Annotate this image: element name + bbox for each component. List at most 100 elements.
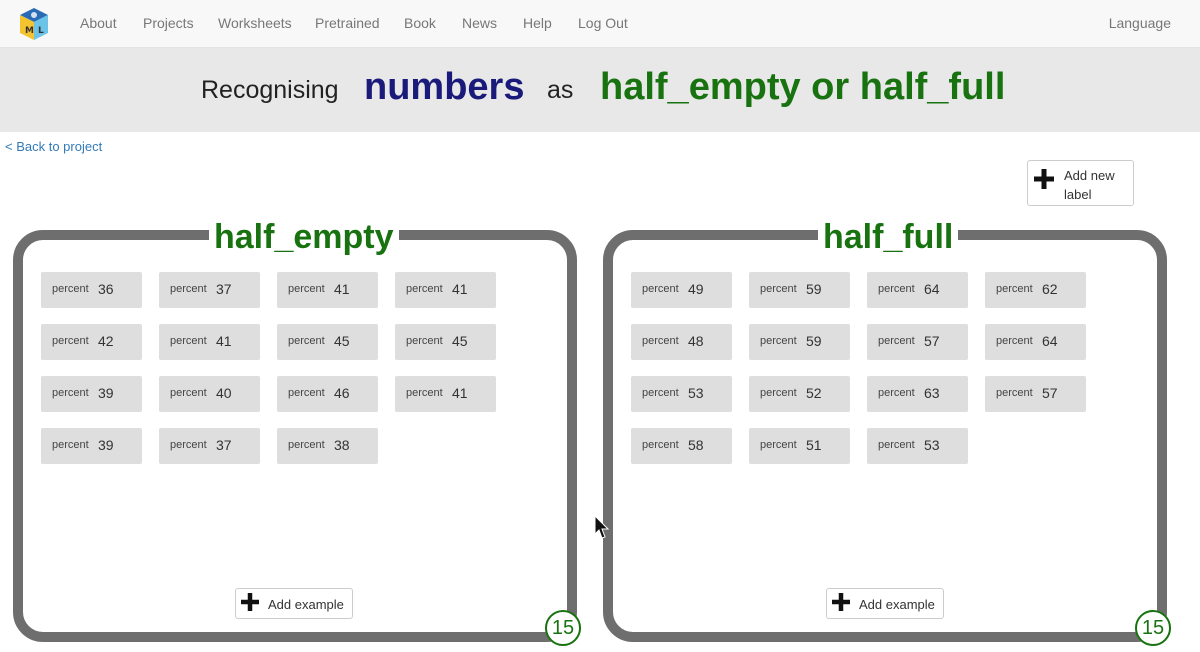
example-value: 57 (1042, 385, 1058, 401)
nav-book[interactable]: Book (404, 15, 436, 31)
example-key: percent (52, 439, 89, 451)
example-key: percent (288, 439, 325, 451)
example-value: 38 (334, 437, 350, 453)
title-word-as: as (547, 76, 574, 104)
example-value: 41 (452, 281, 468, 297)
add-example-label: Add example (859, 597, 935, 612)
nav-help[interactable]: Help (523, 15, 552, 31)
example-value: 57 (924, 333, 940, 349)
navbar: M L About Projects Worksheets Pretrained… (0, 0, 1200, 48)
add-label-line1: Add new (1064, 168, 1115, 183)
example-key: percent (760, 387, 797, 399)
example-value: 51 (806, 437, 822, 453)
example-tile[interactable]: percent 41 (159, 324, 260, 360)
example-value: 64 (1042, 333, 1058, 349)
add-example-button[interactable]: Add example (826, 588, 944, 619)
example-value: 52 (806, 385, 822, 401)
example-tile[interactable]: percent 39 (41, 376, 142, 412)
example-tile[interactable]: percent 51 (749, 428, 850, 464)
add-example-button[interactable]: Add example (235, 588, 353, 619)
example-tile[interactable]: percent 59 (749, 324, 850, 360)
title-project-name: numbers (364, 66, 525, 108)
svg-text:L: L (38, 26, 44, 36)
example-tile[interactable]: percent 45 (395, 324, 496, 360)
example-key: percent (878, 335, 915, 347)
example-tile[interactable]: percent 53 (631, 376, 732, 412)
example-tile[interactable]: percent 41 (277, 272, 378, 308)
example-value: 37 (216, 281, 232, 297)
example-key: percent (52, 335, 89, 347)
title-labels: half_empty or half_full (600, 66, 1006, 108)
example-key: percent (170, 335, 207, 347)
example-tile[interactable]: percent 37 (159, 428, 260, 464)
examples-list: percent 36 percent 37 percent 41 percent 41 … (41, 272, 521, 464)
nav-projects[interactable]: Projects (143, 15, 194, 31)
plus-icon (241, 593, 259, 611)
nav-language[interactable]: Language (1109, 15, 1171, 31)
example-value: 41 (334, 281, 350, 297)
example-key: percent (170, 283, 207, 295)
example-key: percent (642, 439, 679, 451)
example-tile[interactable]: percent 57 (985, 376, 1086, 412)
example-value: 41 (216, 333, 232, 349)
nav-logout[interactable]: Log Out (578, 15, 628, 31)
example-tile[interactable]: percent 62 (985, 272, 1086, 308)
example-key: percent (878, 387, 915, 399)
add-example-label: Add example (268, 597, 344, 612)
nav-pretrained[interactable]: Pretrained (315, 15, 380, 31)
page-title: Recognising numbers as half_empty or hal… (0, 48, 1200, 132)
example-key: percent (406, 387, 443, 399)
example-value: 40 (216, 385, 232, 401)
example-tile[interactable]: percent 53 (867, 428, 968, 464)
example-key: percent (642, 335, 679, 347)
ml-logo-icon[interactable]: M L (16, 6, 52, 42)
example-value: 42 (98, 333, 114, 349)
example-tile[interactable]: percent 36 (41, 272, 142, 308)
title-word-recognising: Recognising (201, 76, 339, 104)
back-to-project-link[interactable]: < Back to project (5, 139, 102, 154)
add-new-label-button[interactable]: Add new label (1027, 160, 1134, 206)
example-tile[interactable]: percent 46 (277, 376, 378, 412)
svg-text:M: M (25, 26, 34, 36)
example-tile[interactable]: percent 57 (867, 324, 968, 360)
example-key: percent (288, 387, 325, 399)
example-value: 64 (924, 281, 940, 297)
plus-icon (1034, 169, 1054, 189)
example-key: percent (878, 439, 915, 451)
example-key: percent (760, 283, 797, 295)
example-key: percent (170, 387, 207, 399)
example-tile[interactable]: percent 41 (395, 376, 496, 412)
example-tile[interactable]: percent 42 (41, 324, 142, 360)
example-tile[interactable]: percent 48 (631, 324, 732, 360)
example-value: 62 (1042, 281, 1058, 297)
example-key: percent (288, 283, 325, 295)
example-tile[interactable]: percent 45 (277, 324, 378, 360)
example-key: percent (52, 283, 89, 295)
nav-news[interactable]: News (462, 15, 497, 31)
example-tile[interactable]: percent 49 (631, 272, 732, 308)
example-tile[interactable]: percent 37 (159, 272, 260, 308)
example-tile[interactable]: percent 64 (985, 324, 1086, 360)
example-value: 58 (688, 437, 704, 453)
example-tile[interactable]: percent 38 (277, 428, 378, 464)
example-key: percent (52, 387, 89, 399)
example-tile[interactable]: percent 64 (867, 272, 968, 308)
example-value: 46 (334, 385, 350, 401)
example-value: 41 (452, 385, 468, 401)
example-tile[interactable]: percent 58 (631, 428, 732, 464)
nav-about[interactable]: About (80, 15, 117, 31)
example-value: 39 (98, 437, 114, 453)
label-bucket-half-empty: half_empty percent 36 percent 37 percent 41… (13, 218, 581, 646)
example-tile[interactable]: percent 39 (41, 428, 142, 464)
label-bucket-half-full: half_full percent 49 percent 59 percent 64 … (603, 218, 1171, 646)
example-tile[interactable]: percent 41 (395, 272, 496, 308)
add-new-label-text: Add new label (1064, 166, 1126, 204)
example-key: percent (878, 283, 915, 295)
example-tile[interactable]: percent 40 (159, 376, 260, 412)
example-value: 59 (806, 333, 822, 349)
example-value: 53 (688, 385, 704, 401)
example-tile[interactable]: percent 59 (749, 272, 850, 308)
example-tile[interactable]: percent 63 (867, 376, 968, 412)
example-tile[interactable]: percent 52 (749, 376, 850, 412)
nav-worksheets[interactable]: Worksheets (218, 15, 292, 31)
